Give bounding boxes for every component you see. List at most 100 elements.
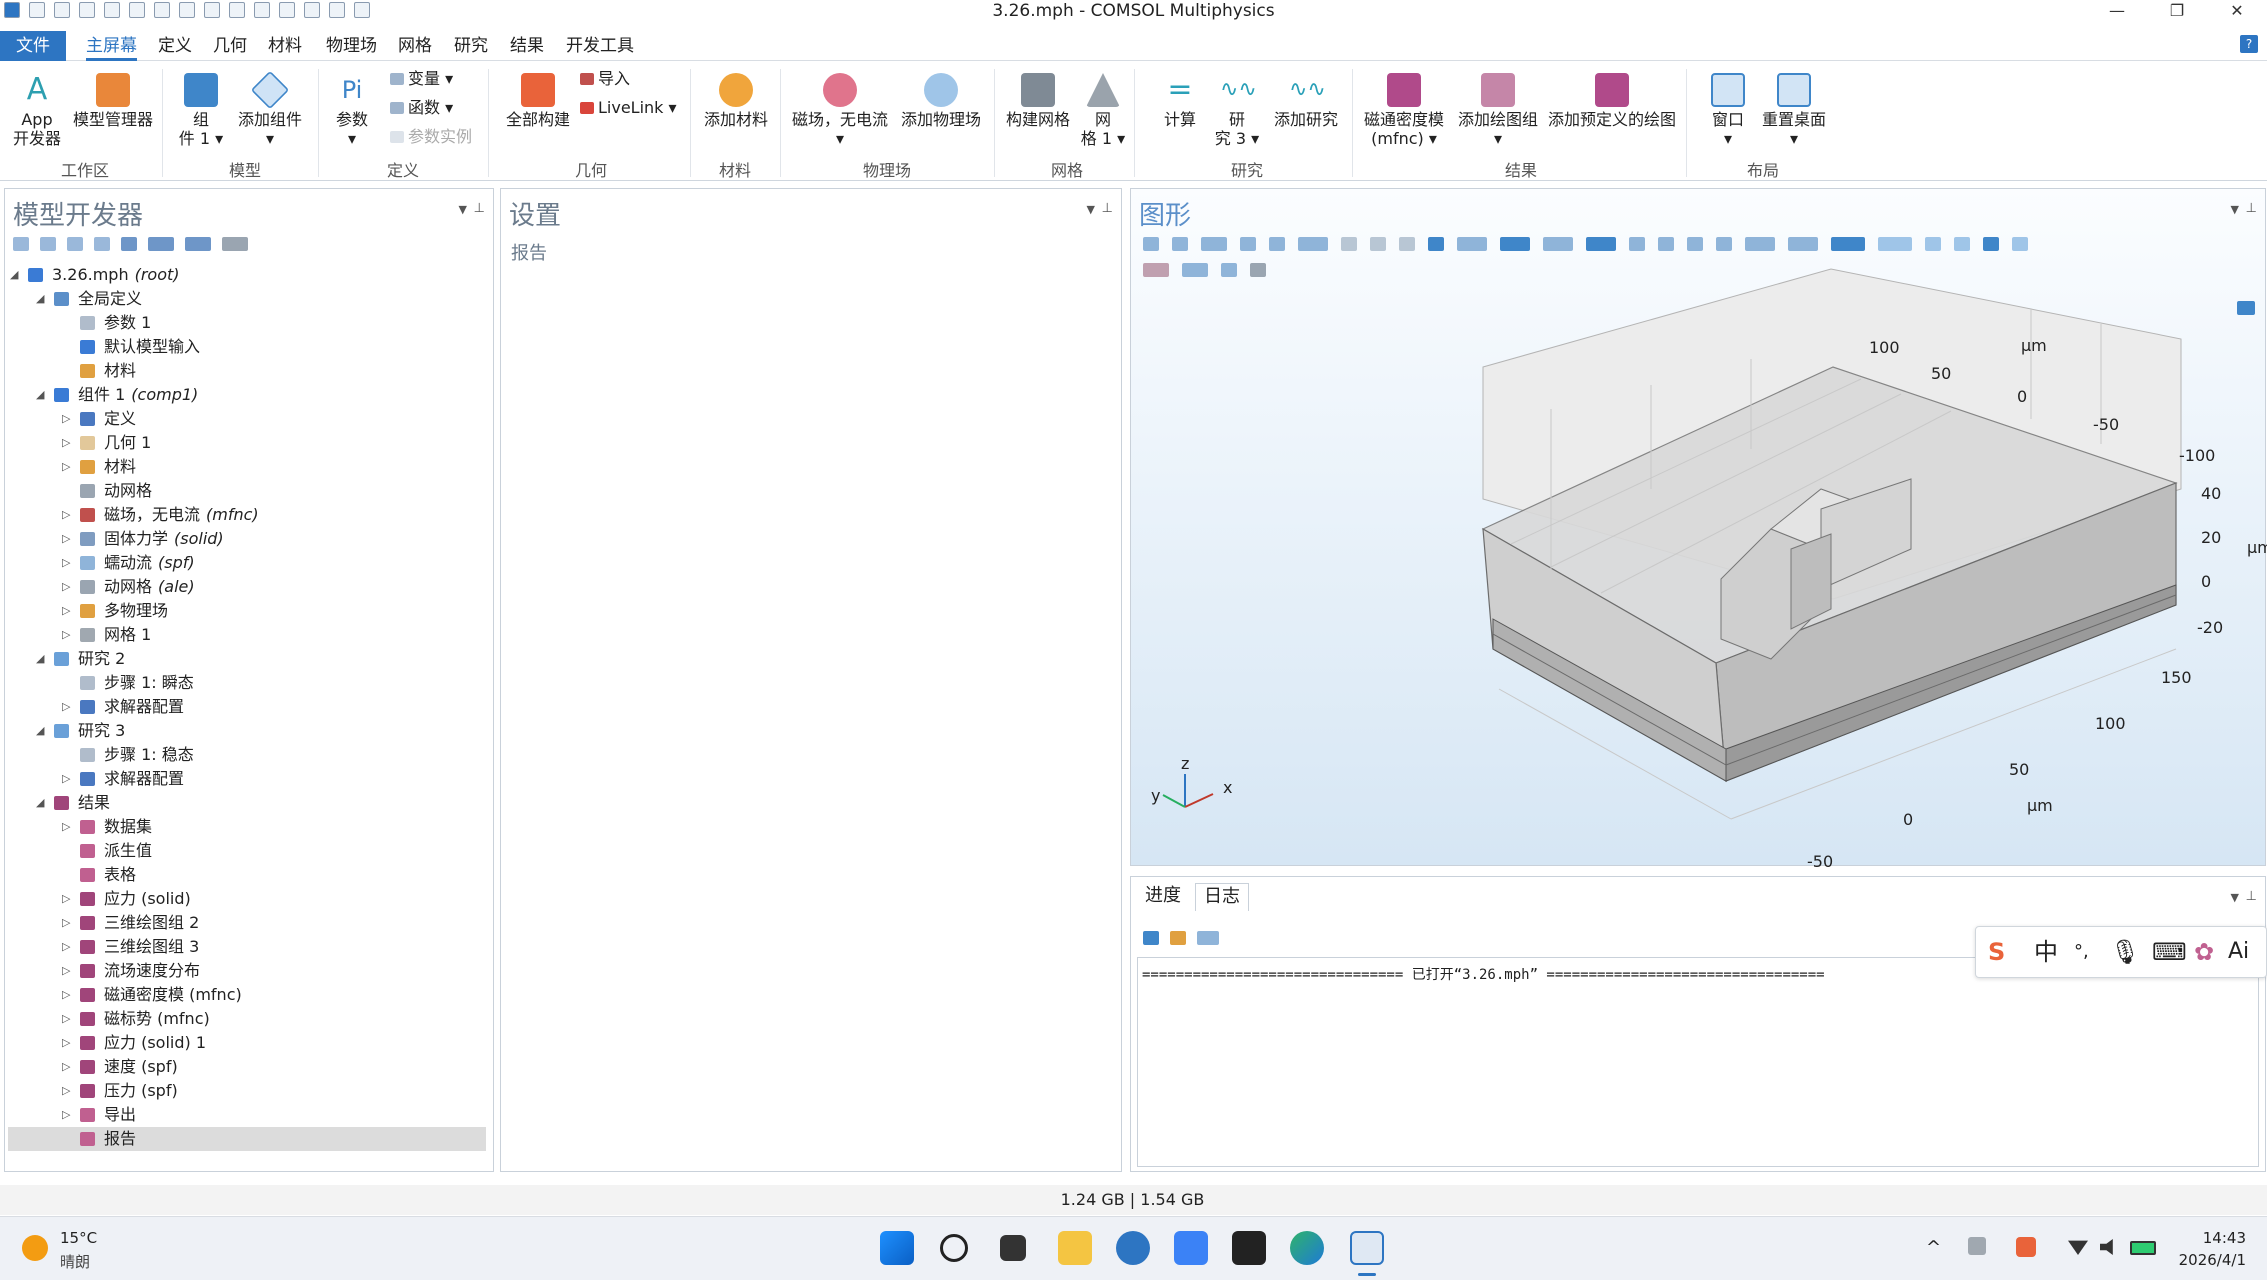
log-menu-icon[interactable]: ▼	[2231, 891, 2239, 904]
expand-toggle-icon[interactable]: ▷	[62, 1055, 70, 1079]
log-pin-icon[interactable]: ⊥	[2246, 889, 2257, 904]
ime-chinese-toggle[interactable]: 中	[2034, 937, 2058, 967]
add-plot-group-button[interactable]: 添加绘图组 ▾	[1454, 73, 1542, 148]
keyboard-icon[interactable]: ⌨	[2152, 937, 2187, 967]
collapse-icon[interactable]	[185, 237, 211, 251]
expand-toggle-icon[interactable]: ▷	[62, 503, 70, 527]
battery-icon[interactable]	[2130, 1241, 2156, 1255]
tree-item[interactable]: 参数 1	[8, 311, 486, 335]
clear-log-icon[interactable]	[1170, 931, 1186, 945]
app-builder-button[interactable]: A App 开发器	[6, 73, 68, 149]
export-log-icon[interactable]	[1197, 931, 1219, 945]
param-case-button[interactable]: 参数实例	[390, 127, 472, 147]
menu-study[interactable]: 研究	[454, 31, 488, 61]
move-up-icon[interactable]	[67, 237, 83, 251]
menu-mesh[interactable]: 网格	[398, 31, 432, 61]
build-mesh-button[interactable]: 构建网格	[1002, 73, 1074, 129]
panel-menu-icon[interactable]: ▼	[459, 203, 467, 216]
tree-item[interactable]: ▷ 材料	[8, 455, 486, 479]
start-button-icon[interactable]	[880, 1231, 914, 1265]
variables-button[interactable]: 变量 ▾	[390, 69, 453, 89]
tree-item[interactable]: ▷ 磁标势 (mfnc)	[8, 1007, 486, 1031]
tree-item[interactable]: ▷ 求解器配置	[8, 695, 486, 719]
tree-item[interactable]: ▷ 定义	[8, 407, 486, 431]
tree-item[interactable]: ▷ 导出	[8, 1103, 486, 1127]
expand-toggle-icon[interactable]: ▷	[62, 695, 70, 719]
tree-item[interactable]: ▷ 数据集	[8, 815, 486, 839]
add-physics-button[interactable]: 添加物理场	[896, 73, 986, 129]
add-component-button[interactable]: 添加组件 ▾	[232, 70, 308, 148]
move-down-icon[interactable]	[94, 237, 110, 251]
add-predef-plot-button[interactable]: 添加预定义的绘图	[1546, 73, 1678, 129]
mesh1-button[interactable]: 网 格 1 ▾	[1080, 73, 1126, 148]
tree-item[interactable]: 步骤 1: 瞬态	[8, 671, 486, 695]
edge-icon[interactable]	[1290, 1231, 1324, 1265]
pin-icon[interactable]: ⊥	[474, 201, 485, 216]
tree-item[interactable]: ◢ 组件 1 (comp1)	[8, 383, 486, 407]
collapse-toggle-icon[interactable]: ◢	[36, 791, 44, 815]
tree-item[interactable]: ▷ 几何 1	[8, 431, 486, 455]
expand-toggle-icon[interactable]: ▷	[62, 911, 70, 935]
component-button[interactable]: 组 件 1 ▾	[178, 73, 224, 148]
tree-item[interactable]: ▷ 应力 (solid) 1	[8, 1031, 486, 1055]
task-view-icon[interactable]	[1000, 1235, 1026, 1261]
comsol-taskbar-icon[interactable]	[1350, 1231, 1384, 1265]
weather-temp[interactable]: 15°C	[60, 1229, 97, 1247]
compute-button[interactable]: = 计算	[1152, 73, 1208, 129]
tree-item[interactable]: ▷ 磁场，无电流 (mfnc)	[8, 503, 486, 527]
tree-item[interactable]: ▷ 三维绘图组 3	[8, 935, 486, 959]
search-icon[interactable]	[940, 1234, 968, 1262]
settings-pin-icon[interactable]: ⊥	[1102, 201, 1113, 216]
tray-chevron-icon[interactable]: ^	[1926, 1237, 1941, 1258]
tree-item[interactable]: ▷ 网格 1	[8, 623, 486, 647]
tree-item[interactable]: ▷ 应力 (solid)	[8, 887, 486, 911]
study3-button[interactable]: ∿∿ 研 究 3 ▾	[1212, 73, 1262, 148]
show-icon[interactable]	[121, 237, 137, 251]
menu-definitions[interactable]: 定义	[158, 31, 192, 61]
reset-desktop-button[interactable]: 重置桌面 ▾	[1758, 73, 1830, 148]
clock-time[interactable]: 14:43	[2174, 1229, 2246, 1247]
tree-item[interactable]: ◢ 结果	[8, 791, 486, 815]
menu-results[interactable]: 结果	[510, 31, 544, 61]
tab-progress[interactable]: 进度	[1137, 883, 1189, 909]
tree-item[interactable]: ◢ 研究 2	[8, 647, 486, 671]
tab-log[interactable]: 日志	[1195, 883, 1249, 911]
expand-toggle-icon[interactable]: ▷	[62, 527, 70, 551]
tree-item[interactable]: 动网格	[8, 479, 486, 503]
physics-mf-button[interactable]: 磁场，无电流 ▾	[790, 73, 890, 148]
build-all-button[interactable]: 全部构建	[500, 73, 576, 129]
functions-button[interactable]: 函数 ▾	[390, 98, 453, 118]
tray-input-icon[interactable]	[1968, 1237, 1986, 1255]
expand-toggle-icon[interactable]: ▷	[62, 455, 70, 479]
expand-toggle-icon[interactable]: ▷	[62, 623, 70, 647]
weather-sun-icon[interactable]	[22, 1235, 48, 1261]
expand-toggle-icon[interactable]: ▷	[62, 431, 70, 455]
tree-item[interactable]: ▷ 三维绘图组 2	[8, 911, 486, 935]
menu-materials[interactable]: 材料	[268, 31, 302, 61]
expand-toggle-icon[interactable]: ▷	[62, 1031, 70, 1055]
tree-item[interactable]: ▷ 动网格 (ale)	[8, 575, 486, 599]
expand-toggle-icon[interactable]: ▷	[62, 1103, 70, 1127]
tree-item[interactable]: 表格	[8, 863, 486, 887]
collapse-toggle-icon[interactable]: ◢	[36, 719, 44, 743]
expand-toggle-icon[interactable]: ▷	[62, 407, 70, 431]
expand-toggle-icon[interactable]: ▷	[62, 959, 70, 983]
menu-physics[interactable]: 物理场	[326, 31, 377, 61]
ai-icon[interactable]: Ai	[2228, 937, 2249, 967]
collapse-toggle-icon[interactable]: ◢	[10, 263, 18, 287]
tree-item[interactable]: 报告	[8, 1127, 486, 1151]
tree-item[interactable]: ▷ 固体力学 (solid)	[8, 527, 486, 551]
tree-item[interactable]: 派生值	[8, 839, 486, 863]
settings-menu-icon[interactable]: ▼	[1087, 203, 1095, 216]
menu-home[interactable]: 主屏幕	[86, 31, 137, 61]
tree-item[interactable]: ▷ 压力 (spf)	[8, 1079, 486, 1103]
lock-icon[interactable]	[1143, 931, 1159, 945]
microphone-icon[interactable]: 🎙	[2110, 937, 2140, 967]
parameters-button[interactable]: Pi 参数 ▾	[330, 73, 374, 148]
tree-item[interactable]: ▷ 蠕动流 (spf)	[8, 551, 486, 575]
menu-file[interactable]: 文件	[0, 31, 66, 61]
skin-icon[interactable]: ✿	[2194, 937, 2214, 967]
add-material-button[interactable]: 添加材料	[700, 73, 772, 129]
forward-arrow-icon[interactable]	[40, 237, 56, 251]
maximize-button[interactable]: ❐	[2147, 0, 2207, 22]
